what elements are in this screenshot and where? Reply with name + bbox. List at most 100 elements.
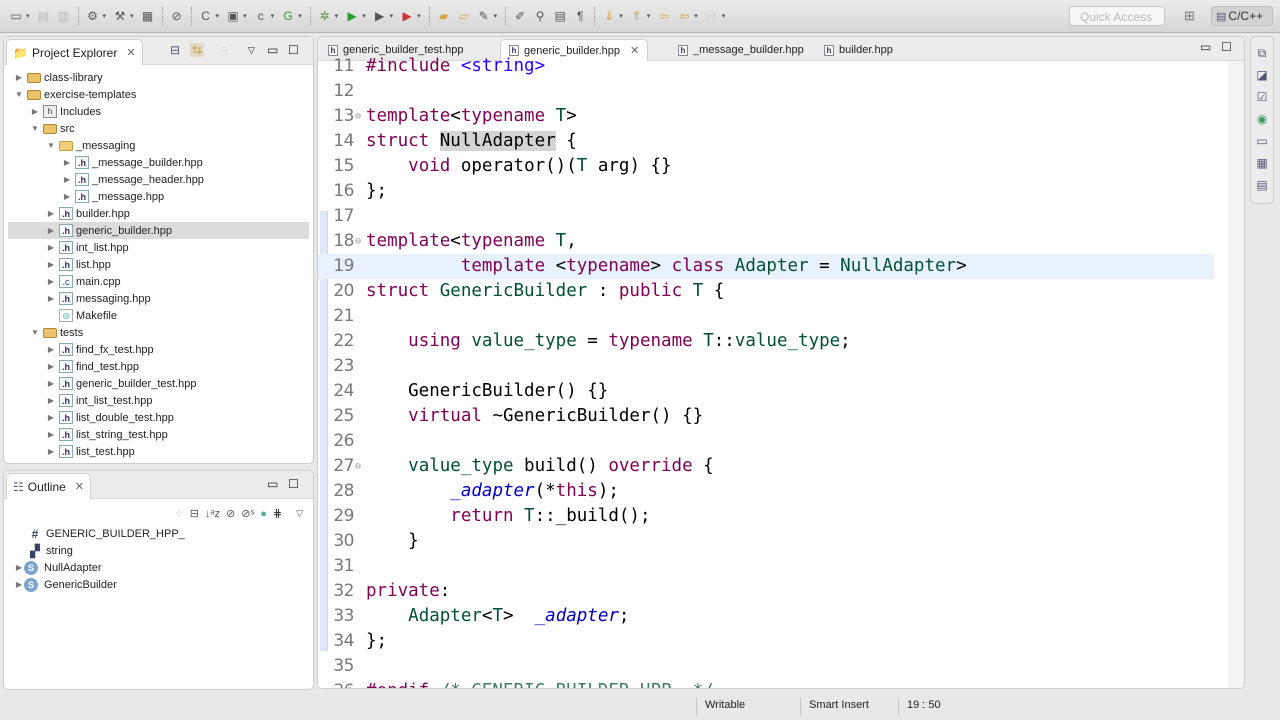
collapsed-arrow-icon[interactable]: ▶ — [30, 107, 40, 116]
run-icon[interactable]: ▶ — [344, 8, 360, 24]
tasks-icon[interactable]: ☑ — [1254, 89, 1270, 105]
no-skip-icon[interactable]: ⊘ — [169, 8, 185, 24]
collapsed-arrow-icon[interactable]: ▶ — [14, 73, 24, 82]
dropdown-arrow-icon[interactable]: ▾ — [26, 12, 30, 20]
dropdown-arrow-icon[interactable]: ▾ — [694, 12, 698, 20]
tree-item[interactable]: ▶ .h messaging.hpp — [8, 290, 309, 307]
new-icon[interactable]: ▭ — [8, 8, 24, 24]
link-with-editor-icon[interactable]: ⇆ — [190, 43, 205, 57]
collapsed-arrow-icon[interactable]: ▶ — [46, 209, 56, 218]
collapsed-arrow-icon[interactable]: ▶ — [46, 243, 56, 252]
collapsed-arrow-icon[interactable]: ▶ — [46, 396, 56, 405]
search-icon[interactable]: ⚲ — [532, 8, 548, 24]
last-edit-icon[interactable]: ⇦ — [656, 8, 672, 24]
collapsed-arrow-icon[interactable]: ▶ — [46, 362, 56, 371]
tree-item[interactable]: ▼ tests — [8, 324, 309, 341]
hammer-icon[interactable]: ⚒ — [112, 8, 128, 24]
debug-icon[interactable]: ✲ — [317, 8, 333, 24]
tree-item[interactable]: ▶ class-library — [8, 69, 309, 86]
outline-item[interactable]: ▞ string — [14, 542, 73, 559]
save-icon[interactable]: ▤ — [36, 8, 52, 24]
open-type-icon[interactable]: ▰ — [436, 8, 452, 24]
collapsed-arrow-icon[interactable]: ▶ — [62, 192, 72, 201]
maximize-icon[interactable]: ☐ — [1221, 40, 1232, 54]
collapsed-arrow-icon[interactable]: ▶ — [62, 175, 72, 184]
hide-fields-icon[interactable]: ⊘ — [226, 507, 235, 520]
tab-outline[interactable]: ☷ Outline ✕ — [6, 473, 92, 499]
expanded-arrow-icon[interactable]: ▼ — [14, 90, 24, 99]
prev-annotation-icon[interactable]: ⇑ — [629, 8, 645, 24]
table-icon[interactable]: ▦ — [1254, 155, 1270, 171]
properties-icon[interactable]: ▤ — [1254, 177, 1270, 193]
restore-icon[interactable]: ⧉ — [1254, 45, 1270, 61]
new-class-icon[interactable]: C — [198, 8, 214, 24]
open-perspective-icon[interactable]: ⊞ — [1184, 8, 1202, 26]
hide-macros-icon[interactable]: ⋕ — [273, 507, 282, 520]
code-area[interactable]: 11 #include <string> 12 13 ⊖ template<typenam… — [318, 56, 1244, 688]
tree-item[interactable]: ▶ .h list_double_test.hpp — [8, 409, 309, 426]
new-folder-icon[interactable]: ▣ — [225, 8, 241, 24]
tree-item[interactable]: ▶ .h _message_builder.hpp — [8, 154, 309, 171]
dropdown-arrow-icon[interactable]: ▾ — [243, 12, 247, 20]
collapsed-arrow-icon[interactable]: ▶ — [46, 379, 56, 388]
dropdown-arrow-icon[interactable]: ▾ — [130, 12, 134, 20]
maximize-icon[interactable]: ☐ — [288, 43, 299, 57]
collapsed-arrow-icon[interactable]: ▶ — [14, 580, 24, 589]
close-icon[interactable]: ✕ — [126, 46, 135, 59]
fold-toggle-icon[interactable]: ⊖ — [355, 229, 361, 254]
tree-item[interactable]: ▶ .h int_list.hpp — [8, 239, 309, 256]
minimize-icon[interactable]: ▭ — [1200, 40, 1211, 54]
minimize-icon[interactable]: ▭ — [267, 477, 278, 491]
tree-item[interactable]: ▶ .h find_fx_test.hpp — [8, 341, 309, 358]
toggle-block-icon[interactable]: ▤ — [552, 8, 568, 24]
binary-icon[interactable]: ▦ — [140, 8, 156, 24]
forward-icon[interactable]: ⇨ — [704, 8, 720, 24]
save-all-icon[interactable]: ▥ — [56, 8, 72, 24]
tree-item[interactable]: ▶ .h list_string_test.hpp — [8, 426, 309, 443]
new-project-icon[interactable]: G — [280, 8, 296, 24]
back-icon[interactable]: ⇦ — [676, 8, 692, 24]
tree-item[interactable]: ▶ .h builder.hpp — [8, 205, 309, 222]
tree-item[interactable]: ▼ _messaging — [8, 137, 309, 154]
collapsed-arrow-icon[interactable]: ▶ — [14, 563, 24, 572]
outline-item[interactable]: # GENERIC_BUILDER_HPP_ — [14, 525, 185, 542]
tree-item[interactable]: ▼ src — [8, 120, 309, 137]
tree-item[interactable]: ▶ .h generic_builder_test.hpp — [8, 375, 309, 392]
dropdown-arrow-icon[interactable]: ▾ — [335, 12, 339, 20]
expanded-arrow-icon[interactable]: ▼ — [30, 124, 40, 133]
collapsed-arrow-icon[interactable]: ▶ — [46, 294, 56, 303]
tree-item[interactable]: ▶ .h find_test.hpp — [8, 358, 309, 375]
console-icon[interactable]: ▭ — [1254, 133, 1270, 149]
tab-project-explorer[interactable]: 📁 Project Explorer ✕ — [6, 39, 143, 65]
perspective-cc-button[interactable]: ▤ C/C++ — [1211, 6, 1273, 26]
dropdown-arrow-icon[interactable]: ▾ — [417, 12, 421, 20]
filters-icon[interactable]: ⁘ — [219, 43, 229, 57]
vertical-scrollbar[interactable] — [1228, 61, 1244, 688]
collapse-all-icon[interactable]: ⊟ — [170, 43, 180, 57]
view-menu-icon[interactable]: ▽ — [296, 508, 303, 519]
brush-icon[interactable]: ✎ — [476, 8, 492, 24]
minimize-icon[interactable]: ▭ — [267, 43, 278, 57]
external-tools-icon[interactable]: ▶ — [399, 8, 415, 24]
dropdown-arrow-icon[interactable]: ▾ — [103, 12, 107, 20]
dropdown-arrow-icon[interactable]: ▾ — [619, 12, 623, 20]
next-annotation-icon[interactable]: ⇓ — [601, 8, 617, 24]
tree-item[interactable]: ▶ .h _message_header.hpp — [8, 171, 309, 188]
dropdown-arrow-icon[interactable]: ▾ — [390, 12, 394, 20]
tree-item[interactable]: ▶ .h int_list_test.hpp — [8, 392, 309, 409]
dropdown-arrow-icon[interactable]: ▾ — [722, 12, 726, 20]
collapsed-arrow-icon[interactable]: ▶ — [46, 277, 56, 286]
debug-view-icon[interactable]: ◪ — [1254, 67, 1270, 83]
outline-item[interactable]: ▶ S GenericBuilder — [14, 576, 117, 593]
tree-item[interactable]: ▶ .h list_test.hpp — [8, 443, 309, 460]
expanded-arrow-icon[interactable]: ▼ — [30, 328, 40, 337]
new-file-icon[interactable]: c — [253, 8, 269, 24]
hide-nonpublic-icon[interactable]: ● — [260, 508, 267, 520]
build-config-icon[interactable]: ⚙ — [85, 8, 101, 24]
dropdown-arrow-icon[interactable]: ▾ — [362, 12, 366, 20]
tree-item[interactable]: ▶ .h list.hpp — [8, 256, 309, 273]
view-menu-icon[interactable]: ▽ — [248, 45, 255, 56]
open-folder-icon[interactable]: ▱ — [456, 8, 472, 24]
filters-icon[interactable]: ⁘ — [174, 507, 183, 520]
expanded-arrow-icon[interactable]: ▼ — [46, 141, 56, 150]
